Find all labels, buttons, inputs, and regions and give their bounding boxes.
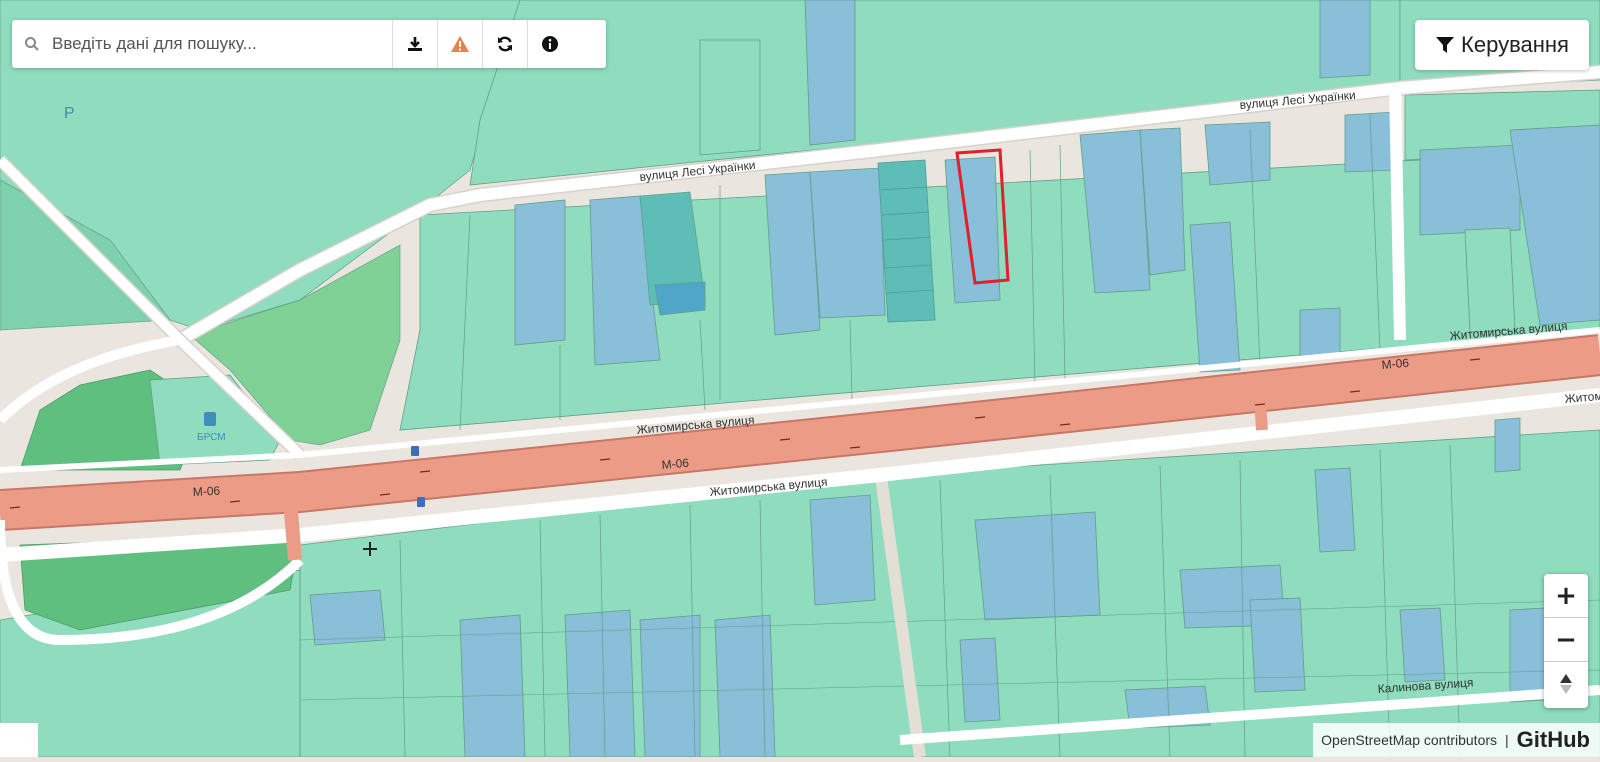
fuel-station-label: БРСМ (197, 432, 226, 443)
warning-icon (450, 35, 470, 53)
filter-icon (1435, 35, 1455, 55)
street-label-zhytomyrska: Житом (1564, 389, 1600, 406)
control-button-label: Керування (1461, 32, 1569, 58)
road-label-m06: М-06 (1381, 356, 1410, 372)
bus-stop-icon (417, 497, 425, 507)
attribution-bar: OpenStreetMap contributors | GitHub (1313, 723, 1600, 757)
north-arrow-icon (1559, 673, 1573, 695)
map-canvas[interactable]: P БРСМ вулиця Лесі Українки вулиця Лесі … (0, 0, 1600, 757)
search-input[interactable] (52, 24, 392, 64)
road-label-m06: М-06 (192, 484, 220, 499)
parking-label: P (64, 105, 75, 122)
github-logo[interactable]: GitHub (1517, 727, 1590, 753)
warning-button[interactable] (437, 20, 482, 68)
fuel-station-icon (204, 412, 216, 426)
corner-blank (0, 723, 38, 757)
attribution-text[interactable]: OpenStreetMap contributors (1321, 732, 1497, 748)
refresh-button[interactable] (482, 20, 527, 68)
search-icon (12, 20, 52, 68)
bus-stop-icon (411, 446, 419, 456)
download-icon (406, 35, 424, 53)
attribution-separator: | (1505, 732, 1509, 748)
reset-bearing-button[interactable] (1544, 662, 1588, 706)
zoom-in-button[interactable]: + (1544, 574, 1588, 618)
search-bar (12, 20, 606, 68)
map-svg: P БРСМ вулиця Лесі Українки вулиця Лесі … (0, 0, 1600, 757)
info-icon (541, 35, 559, 53)
road-label-m06: М-06 (661, 456, 690, 472)
info-button[interactable] (527, 20, 572, 68)
zoom-controls: + − (1544, 574, 1588, 708)
control-button[interactable]: Керування (1415, 20, 1589, 70)
download-button[interactable] (392, 20, 437, 68)
refresh-icon (496, 35, 514, 53)
zoom-out-button[interactable]: − (1544, 618, 1588, 662)
